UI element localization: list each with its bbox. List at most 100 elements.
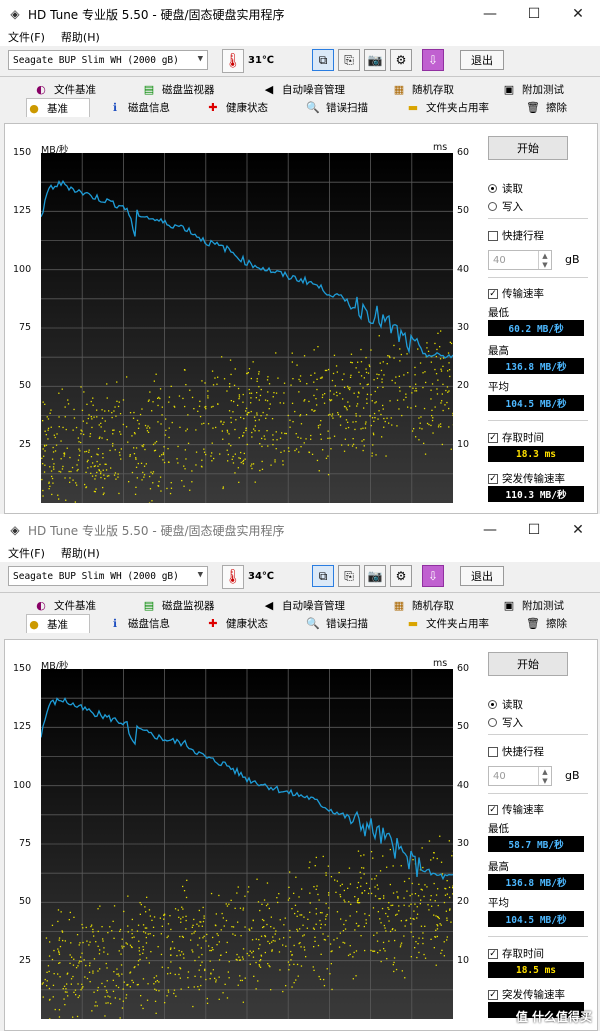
access-time-point xyxy=(305,956,307,958)
access-time-point xyxy=(383,895,385,897)
divider xyxy=(0,592,600,593)
access-time-point xyxy=(284,917,286,919)
access-time-point xyxy=(209,960,211,962)
close-button[interactable]: ✕ xyxy=(556,0,600,28)
tab-file-benchmark[interactable]: ◐ 文件基准 xyxy=(34,596,96,614)
tab-error-scan[interactable]: 🔍 错误扫描 xyxy=(306,614,368,632)
maximize-button[interactable]: ☐ xyxy=(512,516,556,544)
access-time-point xyxy=(367,892,370,895)
access-time-checkbox[interactable]: ✓ 存取时间 xyxy=(488,946,544,961)
access-time-point xyxy=(69,456,71,459)
stepper-arrows[interactable]: ▲ ▼ xyxy=(538,767,551,785)
tab-health[interactable]: ✚ 健康状态 xyxy=(206,98,268,116)
exit-button[interactable]: 退出 xyxy=(460,50,504,70)
tab-disk-info[interactable]: ℹ 磁盘信息 xyxy=(108,98,170,116)
transfer-rate-checkbox[interactable]: ✓ 传输速率 xyxy=(488,286,544,301)
start-button[interactable]: 开始 xyxy=(488,136,568,160)
access-time-point xyxy=(349,883,352,885)
copy-all-icon[interactable]: ⎘ xyxy=(338,565,360,587)
minimize-button[interactable]: — xyxy=(468,0,512,28)
access-time-point xyxy=(88,944,90,946)
access-time-point xyxy=(159,455,161,457)
access-time-point xyxy=(157,404,159,407)
transfer-rate-checkbox[interactable]: ✓ 传输速率 xyxy=(488,802,544,817)
tab-aam[interactable]: ◀ 自动噪音管理 xyxy=(262,80,345,98)
tab-extra-tests[interactable]: ▣ 附加测试 xyxy=(502,80,564,98)
access-time-point xyxy=(205,408,207,410)
tab-extra-tests[interactable]: ▣ 附加测试 xyxy=(502,596,564,614)
tab-benchmark[interactable]: ● 基准 xyxy=(26,98,90,117)
tab-disk-monitor[interactable]: ▤ 磁盘监视器 xyxy=(142,80,215,98)
options-icon[interactable]: ⚙ xyxy=(390,565,412,587)
camera-icon[interactable]: 📷 xyxy=(364,49,386,71)
minimize-button[interactable]: — xyxy=(468,516,512,544)
radio-read[interactable]: 读取 xyxy=(488,181,523,196)
access-time-point xyxy=(76,934,79,936)
access-time-checkbox[interactable]: ✓ 存取时间 xyxy=(488,430,544,445)
access-time-point xyxy=(106,967,108,969)
access-time-point xyxy=(232,455,234,458)
tab-random-access[interactable]: ▦ 随机存取 xyxy=(392,596,454,614)
radio-write[interactable]: 写入 xyxy=(488,715,523,730)
tab-file-benchmark[interactable]: ◐ 文件基准 xyxy=(34,80,96,98)
access-time-point xyxy=(349,405,351,407)
tab-benchmark[interactable]: ● 基准 xyxy=(26,614,90,633)
quick-stroke-checkbox[interactable]: 快捷行程 xyxy=(488,228,544,243)
stroke-size-stepper[interactable]: 40 ▲ ▼ xyxy=(488,250,552,270)
copy-info-icon[interactable]: ⧉ xyxy=(312,49,334,71)
burst-rate-checkbox[interactable]: ✓ 突发传输速率 xyxy=(488,471,565,486)
drive-select[interactable]: Seagate BUP Slim WH (2000 gB) ▼ xyxy=(8,50,208,70)
access-time-point xyxy=(344,942,346,944)
menu-help[interactable]: 帮助(H) xyxy=(53,545,108,561)
download-arrow-icon[interactable]: ⇩ xyxy=(422,49,444,71)
access-time-point xyxy=(100,476,102,479)
access-time-point xyxy=(316,404,318,406)
menu-help[interactable]: 帮助(H) xyxy=(53,29,108,45)
access-time-point xyxy=(211,442,213,444)
window-title: HD Tune 专业版 5.50 - 硬盘/固态硬盘实用程序 xyxy=(28,7,285,22)
access-time-point xyxy=(77,996,79,999)
access-time-point xyxy=(409,917,412,919)
tab-erase[interactable]: 🗑 擦除 xyxy=(526,614,567,632)
stroke-size-stepper[interactable]: 40 ▲ ▼ xyxy=(488,766,552,786)
tab-erase[interactable]: 🗑 擦除 xyxy=(526,98,567,116)
menu-file[interactable]: 文件(F) xyxy=(0,29,53,45)
tab-aam[interactable]: ◀ 自动噪音管理 xyxy=(262,596,345,614)
menu-file[interactable]: 文件(F) xyxy=(0,545,53,561)
access-time-point xyxy=(259,966,262,968)
access-time-point xyxy=(266,882,269,884)
maximize-button[interactable]: ☐ xyxy=(512,0,556,28)
copy-all-icon[interactable]: ⎘ xyxy=(338,49,360,71)
close-button[interactable]: ✕ xyxy=(556,516,600,544)
tab-random-access[interactable]: ▦ 随机存取 xyxy=(392,80,454,98)
radio-read[interactable]: 读取 xyxy=(488,697,523,712)
access-time-point xyxy=(63,452,66,454)
menu-bar: 文件(F) 帮助(H) xyxy=(0,544,600,562)
access-time-point xyxy=(152,443,155,446)
access-time-point xyxy=(446,386,449,388)
options-icon[interactable]: ⚙ xyxy=(390,49,412,71)
access-time-point xyxy=(341,444,343,446)
copy-info-icon[interactable]: ⧉ xyxy=(312,565,334,587)
start-button[interactable]: 开始 xyxy=(488,652,568,676)
access-time-point xyxy=(161,414,163,416)
tab-disk-info[interactable]: ℹ 磁盘信息 xyxy=(108,614,170,632)
tab-folder-usage[interactable]: ▬ 文件夹占用率 xyxy=(406,98,489,116)
camera-icon[interactable]: 📷 xyxy=(364,565,386,587)
access-time-point xyxy=(264,438,266,440)
quick-stroke-checkbox[interactable]: 快捷行程 xyxy=(488,744,544,759)
tab-disk-monitor[interactable]: ▤ 磁盘监视器 xyxy=(142,596,215,614)
stepper-arrows[interactable]: ▲ ▼ xyxy=(538,251,551,269)
tab-folder-usage[interactable]: ▬ 文件夹占用率 xyxy=(406,614,489,632)
radio-write[interactable]: 写入 xyxy=(488,199,523,214)
access-time-point xyxy=(294,904,297,906)
exit-button[interactable]: 退出 xyxy=(460,566,504,586)
access-time-point xyxy=(132,417,135,419)
access-time-point xyxy=(343,373,345,375)
tab-health[interactable]: ✚ 健康状态 xyxy=(206,614,268,632)
tab-error-scan[interactable]: 🔍 错误扫描 xyxy=(306,98,368,116)
access-time-point xyxy=(69,477,71,479)
download-arrow-icon[interactable]: ⇩ xyxy=(422,565,444,587)
drive-select[interactable]: Seagate BUP Slim WH (2000 gB) ▼ xyxy=(8,566,208,586)
burst-rate-checkbox[interactable]: ✓ 突发传输速率 xyxy=(488,987,565,1002)
